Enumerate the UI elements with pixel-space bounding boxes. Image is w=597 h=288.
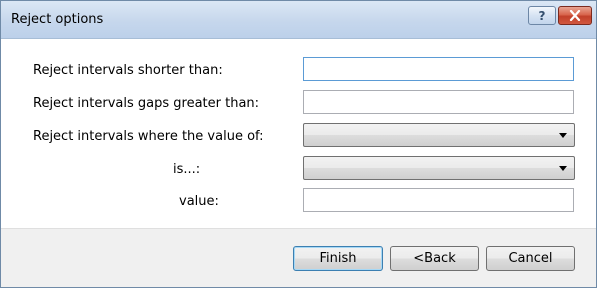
- title-bar: Reject options ?: [1, 1, 596, 39]
- form-area: Reject intervals shorter than: Reject in…: [1, 39, 596, 228]
- shorter-than-field[interactable]: [303, 57, 574, 81]
- finish-button[interactable]: Finish: [293, 246, 383, 271]
- help-icon: ?: [538, 8, 546, 23]
- cancel-button[interactable]: Cancel: [486, 246, 575, 271]
- close-icon: [569, 10, 581, 21]
- chevron-down-icon: [559, 166, 567, 171]
- button-bar: Finish <Back Cancel: [1, 228, 596, 287]
- help-button[interactable]: ?: [528, 6, 556, 25]
- gaps-greater-field[interactable]: [303, 90, 574, 114]
- value-of-dropdown[interactable]: [303, 123, 575, 147]
- gaps-greater-label: Reject intervals gaps greater than:: [33, 96, 260, 111]
- value-label: value:: [179, 194, 219, 209]
- reject-options-dialog: Reject options ? Reject intervals shorte…: [0, 0, 597, 288]
- shorter-than-label: Reject intervals shorter than:: [33, 63, 223, 78]
- back-button[interactable]: <Back: [390, 246, 479, 271]
- is-label: is...:: [173, 162, 201, 177]
- dialog-title: Reject options: [11, 12, 104, 27]
- chevron-down-icon: [559, 133, 567, 138]
- value-field[interactable]: [303, 188, 574, 212]
- is-dropdown[interactable]: [303, 156, 575, 180]
- close-button[interactable]: [558, 6, 592, 25]
- value-of-label: Reject intervals where the value of:: [33, 129, 264, 144]
